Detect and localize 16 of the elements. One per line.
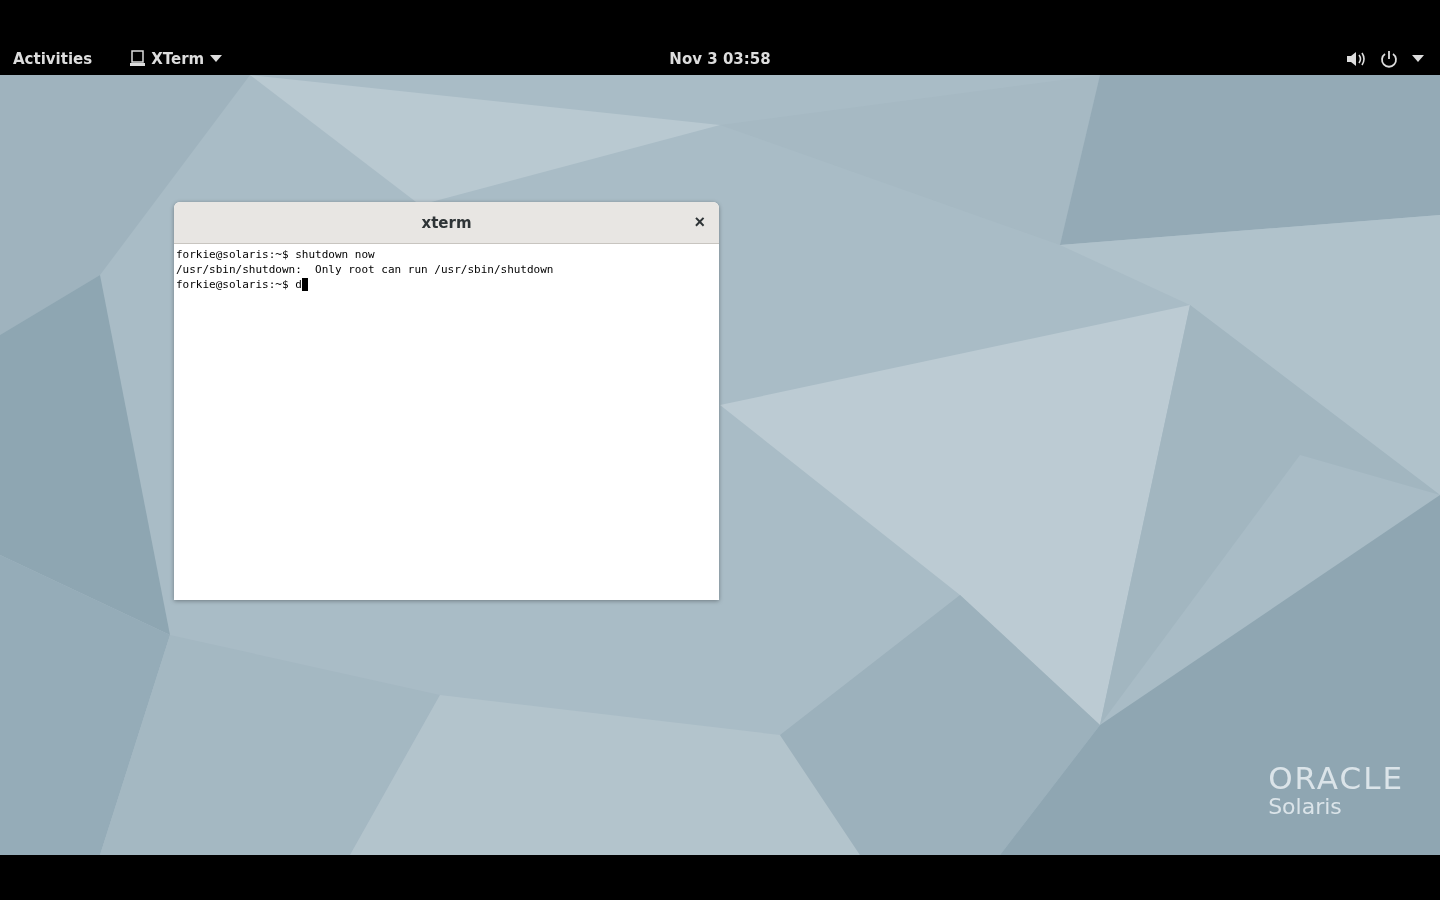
clock[interactable]: Nov 3 03:58 — [669, 49, 771, 68]
logo-text: ORACLE — [1268, 762, 1404, 794]
activities-button[interactable]: Activities — [13, 49, 93, 68]
volume-icon[interactable] — [1346, 50, 1366, 67]
terminal-line: forkie@solaris:~$ shutdown now — [176, 247, 375, 262]
product-name: Solaris — [1268, 794, 1343, 820]
caret-icon[interactable] — [1412, 55, 1424, 62]
terminal-line: /usr/sbin/shutdown: Only root can run /usr/sbin/shutdown — [176, 262, 554, 277]
close-button[interactable]: × — [690, 212, 709, 232]
app-menu[interactable]: XTerm — [130, 49, 223, 68]
terminal-area[interactable]: forkie@solaris:~$ shutdown now /usr/sbin/shutdown: Only root can run /usr/sbin/shutdown forkie@solaris:~$ d — [174, 244, 719, 600]
terminal-line: forkie@solaris:~$ d — [176, 277, 302, 292]
caret-icon — [210, 55, 223, 62]
power-icon[interactable] — [1380, 49, 1398, 68]
window-title: xterm — [421, 213, 472, 232]
terminal-icon — [130, 50, 146, 67]
